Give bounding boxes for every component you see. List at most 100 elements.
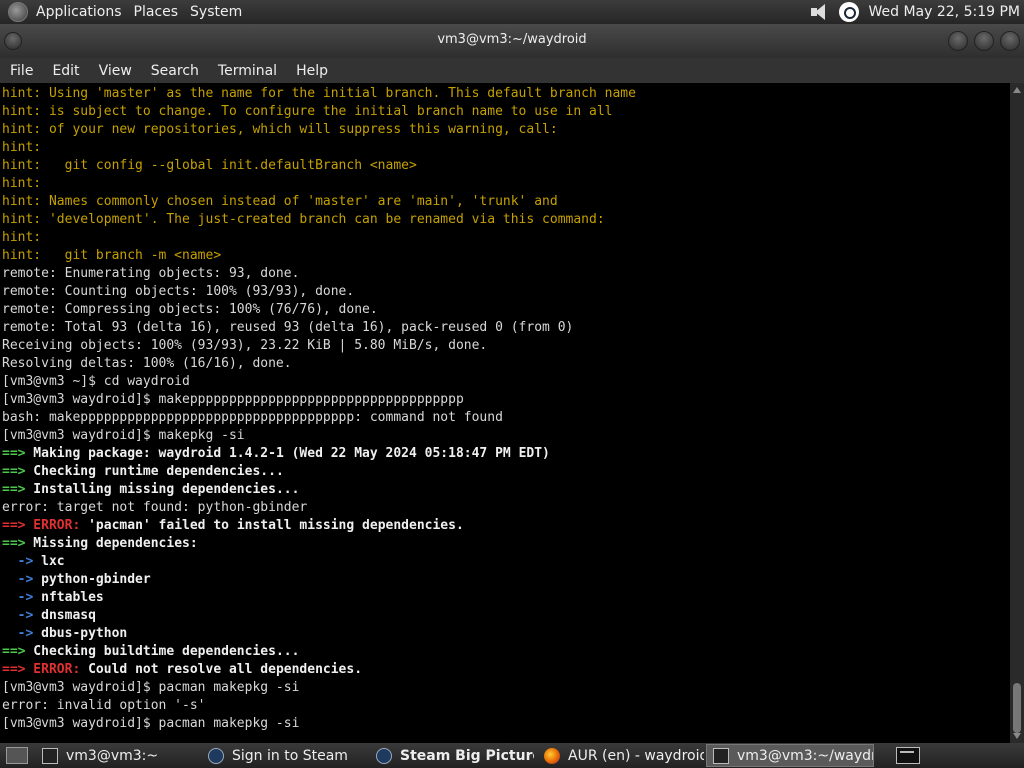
terminal-line: hint:: [2, 229, 1010, 247]
taskbar: vm3@vm3:~ Sign in to Steam Steam Big Pic…: [0, 743, 1024, 768]
status-message: Missing dependencies:: [25, 536, 198, 551]
terminal-line: error: invalid option '-s': [2, 698, 206, 713]
terminal-line: error: target not found: python-gbinder: [2, 500, 308, 515]
error-label: ERROR:: [25, 518, 81, 533]
terminal-line: hint: Names commonly chosen instead of '…: [2, 193, 1010, 211]
terminal-line: -> nftables: [2, 589, 1010, 607]
menu-edit[interactable]: Edit: [42, 63, 88, 79]
clock[interactable]: Wed May 22, 5:19 PM: [869, 4, 1021, 20]
terminal-line: -> dnsmasq: [2, 607, 1010, 625]
terminal-line: ==> Checking buildtime dependencies...: [2, 643, 1010, 661]
dependency-name: dbus-python: [33, 626, 128, 641]
task-label: Steam Big Picture ...: [400, 747, 534, 764]
dependency-name: lxc: [33, 554, 65, 569]
terminal-icon: [42, 747, 58, 764]
status-arrow: ==>: [2, 482, 26, 497]
dependency-name: nftables: [33, 590, 104, 605]
show-desktop-icon[interactable]: [6, 747, 28, 764]
status-arrow: ==>: [2, 446, 26, 461]
dependency-arrow: ->: [2, 626, 34, 641]
volume-icon[interactable]: [809, 3, 831, 21]
menu-help[interactable]: Help: [286, 63, 337, 79]
error-label: ERROR:: [25, 662, 81, 677]
minimize-button[interactable]: [948, 31, 968, 51]
terminal-line: remote: Compressing objects: 100% (76/76…: [2, 302, 378, 317]
status-message: Checking runtime dependencies...: [25, 464, 284, 479]
status-arrow: ==>: [2, 662, 26, 677]
system-menu[interactable]: System: [186, 0, 250, 24]
task-steam-signin[interactable]: Sign in to Steam: [202, 744, 366, 767]
status-arrow: ==>: [2, 644, 26, 659]
status-arrow: ==>: [2, 518, 26, 533]
hint-text: hint:: [2, 140, 42, 155]
task-label: AUR (en) - waydroid ...: [568, 747, 704, 764]
dependency-arrow: ->: [2, 590, 34, 605]
terminal-line: hint: Using 'master' as the name for the…: [2, 85, 1010, 103]
terminal-line: remote: Enumerating objects: 93, done.: [2, 266, 300, 281]
status-arrow: ==>: [2, 536, 26, 551]
scrollbar[interactable]: [1010, 83, 1024, 743]
status-message: 'pacman' failed to install missing depen…: [80, 518, 464, 533]
hint-text: hint:: [2, 176, 42, 191]
terminal-line: [vm3@vm3 ~]$ cd waydroid: [2, 374, 190, 389]
terminal-line: -> python-gbinder: [2, 571, 1010, 589]
terminal-line: hint:: [2, 139, 1010, 157]
terminal-line: ==> Missing dependencies:: [2, 535, 1010, 553]
window-title-bar[interactable]: vm3@vm3:~/waydroid: [0, 24, 1024, 58]
menu-view[interactable]: View: [89, 63, 141, 79]
menu-terminal[interactable]: Terminal: [208, 63, 286, 79]
task-steam-big-picture[interactable]: Steam Big Picture ...: [370, 744, 534, 767]
task-terminal-waydroid[interactable]: vm3@vm3:~/waydr...: [706, 744, 874, 767]
scroll-up-icon[interactable]: [1013, 87, 1021, 93]
applications-menu[interactable]: Applications: [32, 0, 130, 24]
terminal-line: hint: 'development'. The just-created br…: [2, 211, 1010, 229]
hint-text: hint: git branch -m <name>: [2, 248, 222, 263]
gnome-foot-icon[interactable]: [8, 2, 28, 22]
terminal-line: ==> Making package: waydroid 1.4.2-1 (We…: [2, 445, 1010, 463]
close-button[interactable]: [1000, 31, 1020, 51]
scroll-thumb[interactable]: [1013, 683, 1021, 733]
steam-icon: [208, 747, 224, 764]
task-terminal-home[interactable]: vm3@vm3:~: [36, 744, 198, 767]
status-arrow: ==>: [2, 464, 26, 479]
terminal-line: -> lxc: [2, 553, 1010, 571]
terminal-line: [vm3@vm3 waydroid]$ makepkg -si: [2, 428, 245, 443]
terminal-line: bash: makepppppppppppppppppppppppppppppp…: [2, 410, 503, 425]
terminal-line: [vm3@vm3 waydroid]$ pacman makepkg -si: [2, 716, 300, 731]
hint-text: hint: 'development'. The just-created br…: [2, 212, 605, 227]
terminal-line: ==> Installing missing dependencies...: [2, 481, 1010, 499]
terminal-launcher-icon[interactable]: [896, 747, 920, 764]
terminal-line: hint: git config --global init.defaultBr…: [2, 157, 1010, 175]
hint-text: hint:: [2, 230, 42, 245]
terminal-line: remote: Counting objects: 100% (93/93), …: [2, 284, 355, 299]
task-firefox-aur[interactable]: AUR (en) - waydroid ...: [538, 744, 704, 767]
task-label: vm3@vm3:~: [66, 747, 159, 764]
menu-file[interactable]: File: [0, 63, 42, 79]
dependency-arrow: ->: [2, 572, 34, 587]
maximize-button[interactable]: [974, 31, 994, 51]
top-panel: Applications Places System Wed May 22, 5…: [0, 0, 1024, 24]
task-label: vm3@vm3:~/waydr...: [737, 747, 874, 764]
terminal-icon: [713, 747, 729, 764]
places-menu[interactable]: Places: [130, 0, 187, 24]
terminal-line: remote: Total 93 (delta 16), reused 93 (…: [2, 320, 574, 335]
status-message: Checking buildtime dependencies...: [25, 644, 300, 659]
scroll-down-icon[interactable]: [1013, 733, 1021, 739]
menu-search[interactable]: Search: [141, 63, 208, 79]
terminal-line: ==> ERROR: 'pacman' failed to install mi…: [2, 517, 1010, 535]
terminal-line: hint:: [2, 175, 1010, 193]
terminal-line: Resolving deltas: 100% (16/16), done.: [2, 356, 292, 371]
dependency-arrow: ->: [2, 554, 34, 569]
terminal-line: Receiving objects: 100% (93/93), 23.22 K…: [2, 338, 488, 353]
dependency-name: python-gbinder: [33, 572, 151, 587]
hint-text: hint: Names commonly chosen instead of '…: [2, 194, 558, 209]
hint-text: hint: is subject to change. To configure…: [2, 104, 613, 119]
window-title: vm3@vm3:~/waydroid: [437, 32, 587, 47]
steam-tray-icon[interactable]: [838, 2, 859, 22]
hint-text: hint: git config --global init.defaultBr…: [2, 158, 417, 173]
terminal-line: -> dbus-python: [2, 625, 1010, 643]
status-message: Making package: waydroid 1.4.2-1 (Wed 22…: [25, 446, 550, 461]
terminal-menu-bar: File Edit View Search Terminal Help: [0, 58, 1024, 83]
status-message: Installing missing dependencies...: [25, 482, 300, 497]
terminal-output[interactable]: hint: Using 'master' as the name for the…: [0, 85, 1010, 741]
